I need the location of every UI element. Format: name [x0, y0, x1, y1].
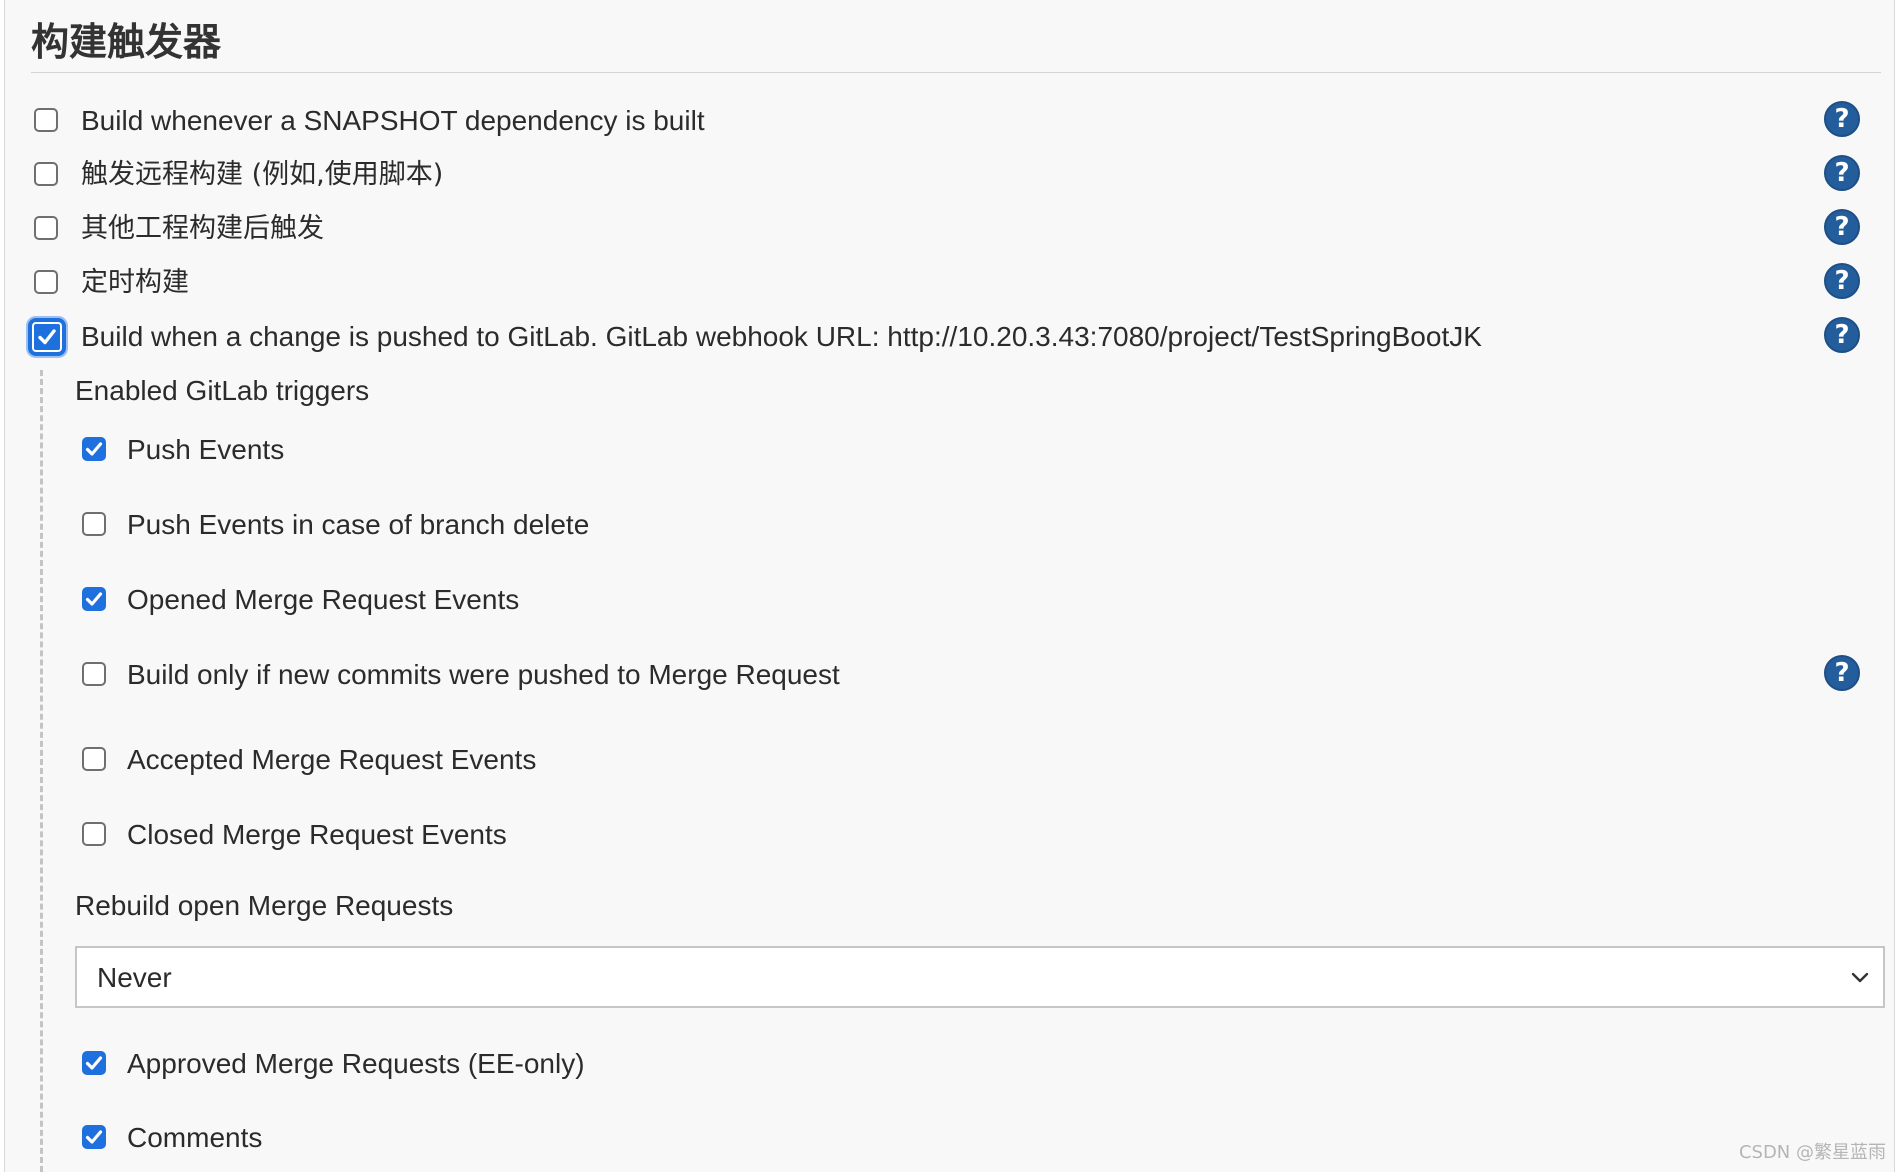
- after-other-projects-checkbox[interactable]: [34, 216, 58, 240]
- gitlab-option-row: Closed Merge Request Events: [5, 812, 1896, 858]
- build-only-new-commits-label: Build only if new commits were pushed to…: [127, 659, 840, 690]
- snapshot-dependency-label: Build whenever a SNAPSHOT dependency is …: [81, 105, 705, 136]
- checkmark-icon: [85, 1130, 103, 1144]
- opened-merge-request-label: Opened Merge Request Events: [127, 584, 520, 615]
- remote-build-checkbox[interactable]: [34, 162, 58, 186]
- closed-merge-request-checkbox[interactable]: [82, 822, 106, 846]
- approved-merge-requests-label: Approved Merge Requests (EE-only): [127, 1048, 585, 1079]
- section-divider: [31, 72, 1881, 73]
- checkmark-icon: [85, 442, 103, 456]
- trigger-row-after-other: 其他工程构建后触发 ?: [5, 206, 1896, 252]
- gitlab-option-row: Approved Merge Requests (EE-only): [5, 1041, 1896, 1087]
- push-events-label: Push Events: [127, 434, 285, 465]
- help-icon[interactable]: ?: [1824, 101, 1860, 137]
- timer-build-label: 定时构建: [81, 267, 189, 298]
- closed-merge-request-label: Closed Merge Request Events: [127, 819, 507, 850]
- after-other-projects-label: 其他工程构建后触发: [81, 213, 324, 244]
- gitlab-option-row: Opened Merge Request Events: [5, 577, 1896, 623]
- help-icon[interactable]: ?: [1824, 209, 1860, 245]
- accepted-merge-request-label: Accepted Merge Request Events: [127, 744, 537, 775]
- enabled-gitlab-triggers-heading: Enabled GitLab triggers: [75, 375, 370, 406]
- trigger-row-remote: 触发远程构建 (例如,使用脚本) ?: [5, 152, 1896, 198]
- comments-label: Comments: [127, 1122, 263, 1153]
- gitlab-option-row: Accepted Merge Request Events: [5, 737, 1896, 783]
- section-title: 构建触发器: [31, 20, 222, 64]
- help-icon[interactable]: ?: [1824, 655, 1860, 691]
- watermark: CSDN @繁星蓝雨: [1738, 1142, 1886, 1163]
- snapshot-dependency-checkbox[interactable]: [34, 108, 58, 132]
- gitlab-option-row: Push Events in case of branch delete: [5, 502, 1896, 548]
- trigger-row-gitlab: Build when a change is pushed to GitLab.…: [5, 314, 1896, 360]
- opened-merge-request-checkbox[interactable]: [82, 587, 106, 611]
- rebuild-select-value: Never: [97, 962, 172, 993]
- build-only-new-commits-checkbox[interactable]: [82, 662, 106, 686]
- push-events-branch-delete-checkbox[interactable]: [82, 512, 106, 536]
- trigger-row-timer: 定时构建 ?: [5, 260, 1896, 306]
- remote-build-label: 触发远程构建 (例如,使用脚本): [81, 159, 444, 190]
- checkmark-icon: [85, 1056, 103, 1070]
- help-icon[interactable]: ?: [1824, 317, 1860, 353]
- trigger-row-snapshot: Build whenever a SNAPSHOT dependency is …: [5, 98, 1896, 144]
- checkmark-icon: [38, 329, 56, 345]
- accepted-merge-request-checkbox[interactable]: [82, 747, 106, 771]
- help-icon[interactable]: ?: [1824, 263, 1860, 299]
- gitlab-option-row: Push Events: [5, 427, 1896, 473]
- rebuild-open-mr-heading: Rebuild open Merge Requests: [75, 890, 454, 921]
- gitlab-option-row: Comments: [5, 1115, 1896, 1161]
- comments-checkbox[interactable]: [82, 1125, 106, 1149]
- push-events-checkbox[interactable]: [82, 437, 106, 461]
- build-triggers-panel: 构建触发器 Build whenever a SNAPSHOT dependen…: [4, 0, 1895, 1172]
- push-events-branch-delete-label: Push Events in case of branch delete: [127, 509, 590, 540]
- approved-merge-requests-checkbox[interactable]: [82, 1051, 106, 1075]
- rebuild-open-mr-select[interactable]: Never: [75, 946, 1885, 1008]
- gitlab-option-row: Build only if new commits were pushed to…: [5, 652, 1896, 698]
- gitlab-push-trigger-label: Build when a change is pushed to GitLab.…: [81, 321, 1482, 352]
- timer-build-checkbox[interactable]: [34, 270, 58, 294]
- chevron-down-icon: [1851, 972, 1869, 983]
- checkmark-icon: [85, 592, 103, 606]
- gitlab-push-trigger-checkbox[interactable]: [32, 322, 62, 352]
- help-icon[interactable]: ?: [1824, 155, 1860, 191]
